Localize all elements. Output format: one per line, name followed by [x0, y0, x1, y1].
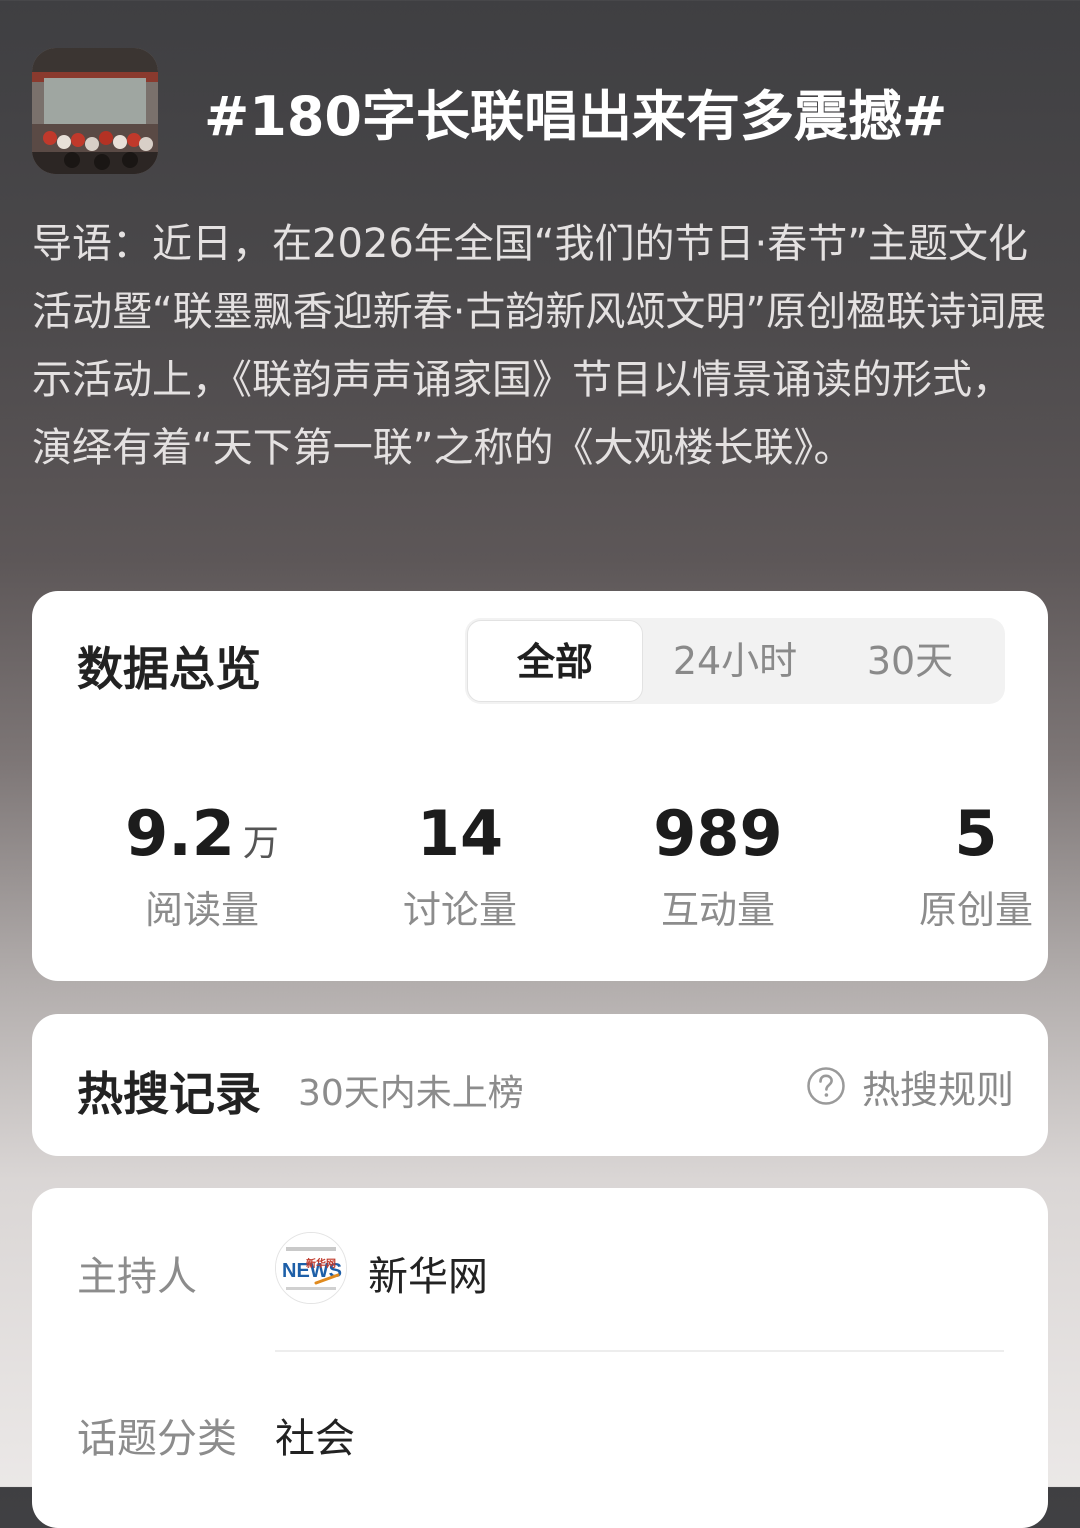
- stat-value: 989: [653, 797, 783, 870]
- performance-photo-icon: [32, 48, 158, 174]
- category-value: 社会: [275, 1416, 355, 1462]
- hot-search-title: 热搜记录: [77, 1067, 261, 1121]
- category-label: 话题分类: [77, 1416, 237, 1462]
- stat-originals: 5 原创量: [856, 801, 1080, 934]
- topic-title: #180字长联唱出来有多震撼#: [204, 85, 948, 148]
- help-circle-icon: [807, 1067, 845, 1105]
- divider: [275, 1350, 1004, 1352]
- topic-thumbnail[interactable]: [32, 48, 158, 174]
- logo-text: 新华网: [306, 1257, 336, 1270]
- overview-title: 数据总览: [77, 642, 261, 696]
- host-label: 主持人: [77, 1254, 197, 1300]
- hot-search-status: 30天内未上榜: [298, 1073, 524, 1114]
- tab-30d[interactable]: 30天: [825, 618, 995, 704]
- stat-reads: 9.2 万 阅读量: [82, 801, 322, 934]
- tab-24h[interactable]: 24小时: [655, 618, 815, 704]
- topic-intro: 导语：近日，在2026年全国“我们的节日·春节”主题文化活动暨“联墨飘香迎新春·…: [32, 221, 1047, 471]
- stat-interactions: 989 互动量: [598, 801, 838, 934]
- stat-label: 讨论量: [402, 888, 517, 932]
- topic-header: #180字长联唱出来有多震撼#: [32, 48, 1048, 176]
- host-name[interactable]: 新华网: [368, 1244, 488, 1302]
- tab-all[interactable]: 全部: [467, 620, 643, 702]
- stat-unit: 万: [242, 823, 279, 864]
- stat-label: 互动量: [660, 888, 775, 932]
- xinhua-logo-icon[interactable]: NEWS 新华网: [275, 1232, 347, 1304]
- stat-discussions: 14 讨论量: [340, 801, 580, 934]
- hot-search-rules-label: 热搜规则: [861, 1067, 1014, 1112]
- stat-value: 5: [954, 797, 998, 870]
- stat-label: 阅读量: [144, 888, 259, 932]
- hot-search-card: 热搜记录 30天内未上榜 热搜规则: [32, 1014, 1048, 1156]
- topic-info-card: 主持人 NEWS 新华网 新华网 话题分类 社会: [32, 1188, 1048, 1528]
- stat-value: 14: [416, 797, 504, 870]
- time-range-tabs: 全部 24小时 30天: [465, 618, 1005, 704]
- data-overview-card: 数据总览 全部 24小时 30天 9.2 万 阅读量 14 讨论量 989 互动量…: [32, 591, 1048, 981]
- stat-label: 原创量: [918, 888, 1033, 932]
- stat-value: 9.2: [125, 797, 235, 870]
- hot-search-rules-link[interactable]: 热搜规则: [806, 1058, 1014, 1114]
